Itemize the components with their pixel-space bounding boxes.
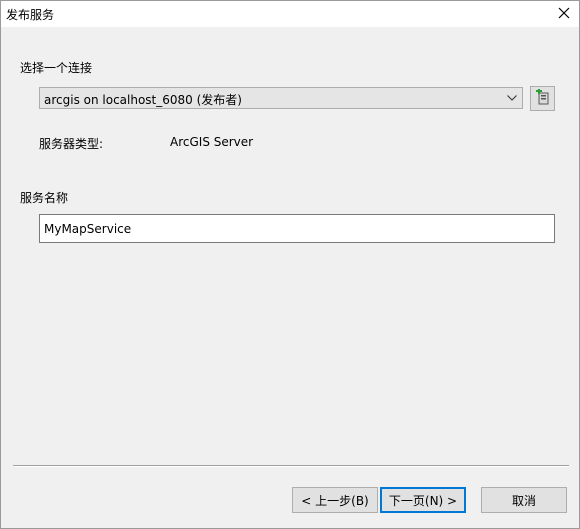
chevron-down-icon[interactable]	[505, 91, 519, 105]
window-title: 发布服务	[6, 8, 55, 22]
add-server-connection-button[interactable]	[530, 86, 555, 111]
footer-divider	[13, 465, 569, 467]
cancel-button[interactable]: 取消	[481, 487, 567, 513]
server-type-value: ArcGIS Server	[170, 135, 254, 149]
title-bar: 发布服务	[1, 1, 579, 27]
close-icon[interactable]	[555, 4, 573, 22]
connection-select[interactable]: arcgis on localhost_6080 (发布者)	[39, 87, 523, 109]
publish-service-dialog: 发布服务 选择一个连接 arcgis on localhost_6080 (发布…	[0, 0, 580, 529]
server-type-label: 服务器类型:	[39, 137, 104, 151]
back-button[interactable]: < 上一步(B)	[292, 487, 378, 513]
service-name-input[interactable]	[39, 214, 555, 243]
service-name-section-label: 服务名称	[20, 191, 69, 205]
connection-section-label: 选择一个连接	[20, 61, 93, 75]
next-button[interactable]: 下一页(N) >	[380, 487, 466, 513]
add-server-connection-icon	[535, 88, 551, 108]
connection-selected-value: arcgis on localhost_6080 (发布者)	[44, 93, 242, 107]
